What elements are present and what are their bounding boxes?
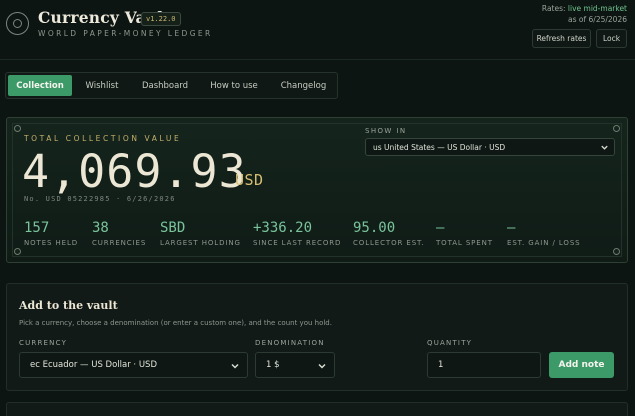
chevron-down-icon xyxy=(231,363,239,369)
quantity-label: QUANTITY xyxy=(427,339,473,347)
currency-label: CURRENCY xyxy=(19,339,68,347)
tab-dashboard[interactable]: Dashboard xyxy=(134,75,196,96)
stat-label: COLLECTOR EST. xyxy=(353,239,425,247)
stat-est-gain-loss: — EST. GAIN / LOSS xyxy=(507,220,581,247)
total-value-label: TOTAL COLLECTION VALUE xyxy=(24,134,182,143)
denomination-value: 1 $ xyxy=(266,360,280,370)
refresh-rates-button[interactable]: Refresh rates xyxy=(532,29,591,48)
stat-label: TOTAL SPENT xyxy=(436,239,493,247)
add-note-panel: Add to the vault Pick a currency, choose… xyxy=(6,283,628,391)
tab-wishlist[interactable]: Wishlist xyxy=(77,75,127,96)
stat-label: EST. GAIN / LOSS xyxy=(507,239,581,247)
next-panel xyxy=(6,402,628,416)
stat-total-spent: — TOTAL SPENT xyxy=(436,220,493,247)
corner-ornament-icon xyxy=(613,248,620,255)
rates-live-link[interactable]: live mid-market xyxy=(568,4,627,13)
stat-largest-holding: SBD LARGEST HOLDING xyxy=(160,220,241,247)
corner-ornament-icon xyxy=(14,125,21,132)
add-note-description: Pick a currency, choose a denomination (… xyxy=(19,319,332,327)
app-header: Currency Vault v1.22.0 WORLD PAPER-MONEY… xyxy=(0,0,635,60)
stat-value: 38 xyxy=(92,220,109,236)
stat-since-last-record: +336.20 SINCE LAST RECORD xyxy=(253,220,341,247)
total-value: 4,069.93 xyxy=(22,145,247,198)
stat-label: NOTES HELD xyxy=(24,239,79,247)
stat-value: — xyxy=(507,220,516,236)
stat-value: +336.20 xyxy=(253,220,313,236)
add-note-title: Add to the vault xyxy=(19,299,118,312)
chevron-down-icon xyxy=(601,145,608,150)
quantity-input[interactable]: 1 xyxy=(427,352,541,378)
stat-notes-held: 157 NOTES HELD xyxy=(24,220,78,247)
show-in-value: us United States — US Dollar · USD xyxy=(373,142,506,152)
stat-value: SBD xyxy=(160,220,186,236)
tab-changelog[interactable]: Changelog xyxy=(272,75,335,96)
stat-collector-est: 95.00 COLLECTOR EST. xyxy=(353,220,425,247)
show-in-label: SHOW IN xyxy=(365,127,407,135)
stat-value: 95.00 xyxy=(353,220,396,236)
stat-currencies: 38 CURRENCIES xyxy=(92,220,146,247)
main-tabs: Collection Wishlist Dashboard How to use… xyxy=(5,72,338,99)
serial-number: No. USD 05222985 · 6/26/2026 xyxy=(24,195,176,203)
rates-prefix: Rates: xyxy=(541,4,568,13)
collection-summary-panel: TOTAL COLLECTION VALUE 4,069.93 USD No. … xyxy=(6,117,628,263)
version-badge: v1.22.0 xyxy=(141,12,181,26)
currency-value: ec Ecuador — US Dollar · USD xyxy=(30,360,157,370)
denomination-label: DENOMINATION xyxy=(255,339,325,347)
lock-button[interactable]: Lock xyxy=(596,29,627,48)
rates-date: as of 6/25/2026 xyxy=(568,15,627,24)
stat-value: 157 xyxy=(24,220,50,236)
vault-logo-icon xyxy=(6,12,29,35)
tab-how-to-use[interactable]: How to use xyxy=(203,75,265,96)
add-note-button[interactable]: Add note xyxy=(549,352,614,378)
stat-label: CURRENCIES xyxy=(92,239,147,247)
rates-info: Rates: live mid-market as of 6/25/2026 xyxy=(542,3,627,25)
stat-label: LARGEST HOLDING xyxy=(160,239,241,247)
stat-value: — xyxy=(436,220,445,236)
denomination-select[interactable]: 1 $ xyxy=(255,352,335,378)
app-subtitle: WORLD PAPER-MONEY LEDGER xyxy=(38,29,213,38)
total-value-unit: USD xyxy=(235,171,264,189)
show-in-select[interactable]: us United States — US Dollar · USD xyxy=(365,138,615,156)
tab-collection[interactable]: Collection xyxy=(8,75,72,96)
corner-ornament-icon xyxy=(14,248,21,255)
stat-label: SINCE LAST RECORD xyxy=(253,239,342,247)
corner-ornament-icon xyxy=(613,125,620,132)
chevron-down-icon xyxy=(318,363,326,369)
currency-select[interactable]: ec Ecuador — US Dollar · USD xyxy=(19,352,248,378)
